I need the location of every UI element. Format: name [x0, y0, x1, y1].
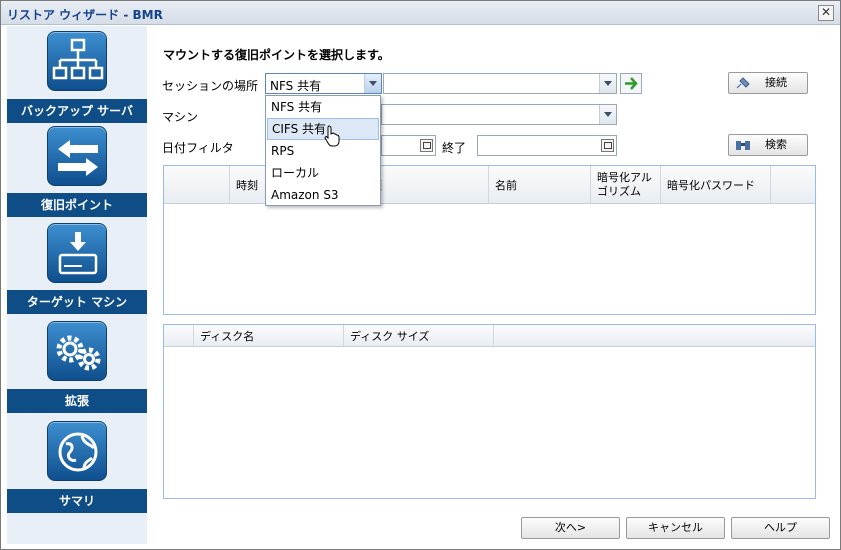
sidebar-item-label: 復旧ポイント: [7, 193, 147, 217]
chevron-down-icon[interactable]: [599, 74, 616, 93]
gears-icon: [47, 321, 107, 381]
column-header-disk-name[interactable]: ディスク名: [194, 325, 344, 346]
sidebar-item-label: サマリ: [7, 489, 147, 513]
recovery-points-grid: 時刻 類 名前 暗号化アル ゴリズム 暗号化パスワード: [163, 165, 816, 315]
wizard-sidebar: バックアップ サーバ 復旧ポイント ターゲット マシン 拡張 サマリ: [7, 26, 147, 544]
dropdown-option-nfs[interactable]: NFS 共有: [267, 96, 379, 118]
end-label: 終了: [442, 141, 467, 155]
plug-icon: [736, 77, 750, 89]
next-button[interactable]: 次へ>: [521, 517, 620, 539]
page-title: マウントする復旧ポイントを選択します。: [163, 48, 390, 62]
column-header-extra[interactable]: [494, 325, 816, 346]
sidebar-item-backup-server[interactable]: バックアップ サーバ: [7, 26, 147, 123]
globe-icon: [47, 421, 107, 481]
search-button[interactable]: 検索: [728, 134, 808, 156]
arrows-exchange-icon: [47, 126, 107, 186]
chevron-down-icon[interactable]: [599, 105, 616, 124]
target-drive-icon: [47, 223, 107, 283]
dropdown-option-local[interactable]: ローカル: [267, 162, 379, 184]
calendar-icon[interactable]: [420, 139, 433, 152]
grid-header: ディスク名 ディスク サイズ: [164, 325, 815, 347]
cancel-button[interactable]: キャンセル: [626, 517, 725, 539]
sidebar-item-summary[interactable]: サマリ: [7, 414, 147, 514]
sidebar-item-label: ターゲット マシン: [7, 290, 147, 314]
help-button[interactable]: ヘルプ: [731, 517, 830, 539]
column-header-encryption-password[interactable]: 暗号化パスワード: [661, 166, 771, 203]
sidebar-item-recovery-point[interactable]: 復旧ポイント: [7, 123, 147, 220]
go-button[interactable]: [620, 73, 642, 94]
session-location-label: セッションの場所: [162, 79, 259, 93]
connect-button[interactable]: 接続: [728, 72, 808, 94]
sidebar-item-target-machine[interactable]: ターゲット マシン: [7, 220, 147, 317]
grid-header: 時刻 類 名前 暗号化アル ゴリズム 暗号化パスワード: [164, 166, 815, 204]
sidebar-item-advanced[interactable]: 拡張: [7, 317, 147, 414]
machine-label: マシン: [162, 110, 199, 124]
sidebar-item-label: バックアップ サーバ: [7, 99, 147, 123]
column-header-type[interactable]: 類: [365, 166, 489, 203]
column-header-disk-size[interactable]: ディスク サイズ: [344, 325, 494, 346]
session-location-select[interactable]: NFS 共有: [265, 73, 382, 94]
sidebar-item-label: 拡張: [7, 389, 147, 413]
date-filter-label: 日付フィルタ: [162, 141, 234, 155]
start-date-input[interactable]: [381, 135, 436, 156]
search-button-label: 検索: [765, 138, 787, 151]
chevron-down-icon[interactable]: [364, 74, 381, 93]
dropdown-option-cifs[interactable]: CIFS 共有: [267, 118, 379, 140]
column-header-extra[interactable]: [771, 166, 816, 203]
title-bar: リストア ウィザード - BMR ✕: [1, 1, 840, 25]
hand-cursor-icon: [324, 125, 340, 147]
green-arrow-icon: [625, 77, 638, 90]
close-button[interactable]: ✕: [818, 5, 834, 21]
session-location-dropdown: NFS 共有 CIFS 共有 RPS ローカル Amazon S3: [265, 95, 381, 206]
restore-wizard-window: リストア ウィザード - BMR ✕ バックアップ サーバ 復旧ポイント ターゲ…: [0, 0, 841, 550]
binoculars-icon: [736, 141, 750, 150]
calendar-icon[interactable]: [601, 139, 614, 152]
server-network-icon: [47, 31, 107, 91]
connect-button-label: 接続: [765, 76, 787, 89]
session-path-combo[interactable]: [383, 73, 617, 94]
machine-select[interactable]: [381, 104, 617, 125]
column-header-name[interactable]: 名前: [489, 166, 591, 203]
disk-grid: ディスク名 ディスク サイズ: [163, 324, 816, 499]
session-location-value: NFS 共有: [270, 79, 322, 93]
dropdown-option-rps[interactable]: RPS: [267, 140, 379, 162]
column-header-select[interactable]: [164, 166, 230, 203]
column-header-select[interactable]: [164, 325, 194, 346]
dropdown-option-amazon-s3[interactable]: Amazon S3: [267, 184, 379, 206]
main-panel: マウントする復旧ポイントを選択します。 セッションの場所 NFS 共有 接続 マ…: [147, 26, 840, 549]
column-header-encryption-algorithm[interactable]: 暗号化アル ゴリズム: [591, 166, 661, 203]
window-title: リストア ウィザード - BMR: [7, 8, 163, 22]
end-date-input[interactable]: [477, 135, 617, 156]
